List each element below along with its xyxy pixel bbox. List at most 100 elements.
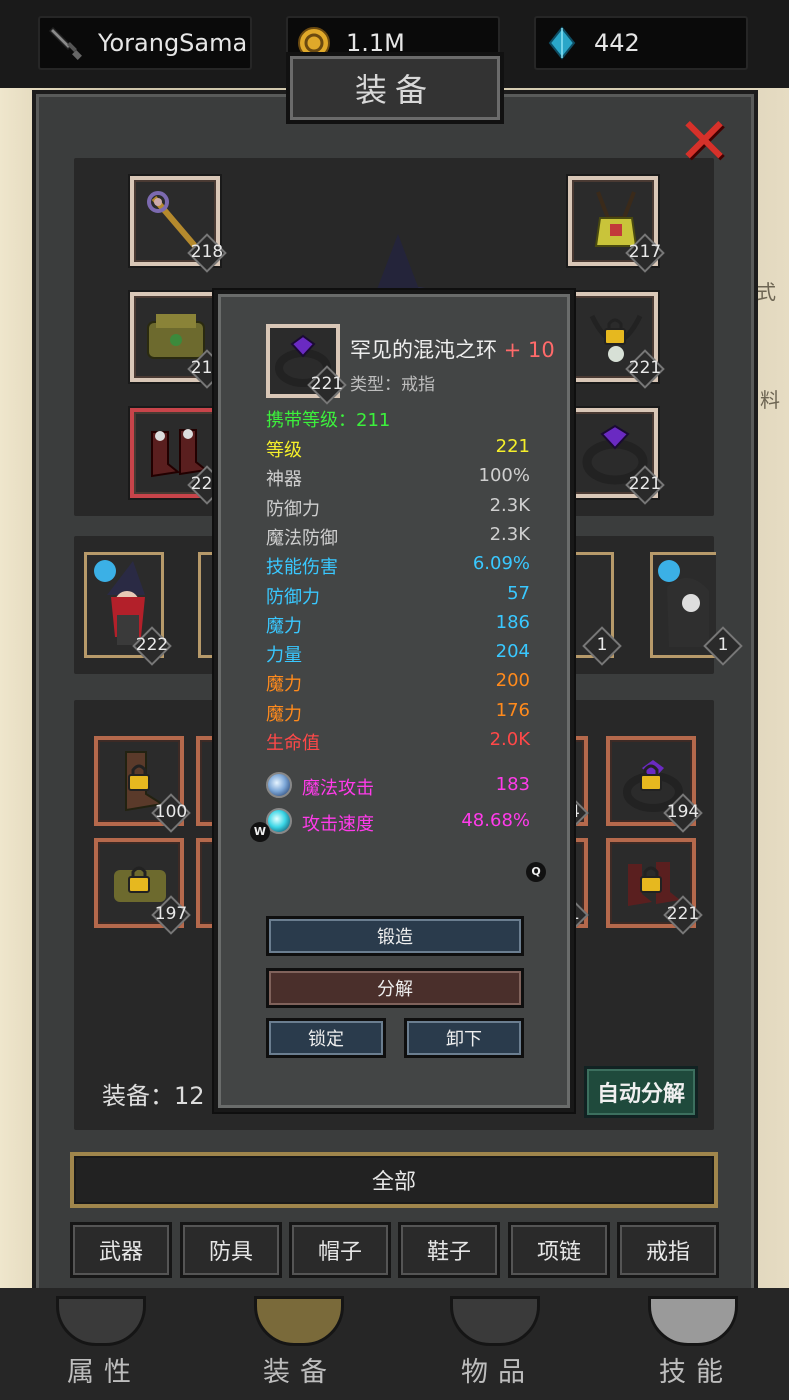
decompose-button[interactable]: 分解: [266, 968, 524, 1008]
lock-icon: [640, 866, 662, 893]
key-hint-w: W: [250, 822, 270, 842]
stat-row: 魔力 186: [266, 612, 530, 638]
stat-row: 神器 100%: [266, 465, 530, 491]
hero-card-hooded[interactable]: 1: [650, 552, 743, 666]
stat-name: 防御力: [266, 586, 320, 608]
filter-weapon-tab[interactable]: 武器: [70, 1222, 172, 1278]
auto-decompose-button[interactable]: 自动分解: [584, 1066, 698, 1118]
filter-ring-tab[interactable]: 戒指: [617, 1222, 719, 1278]
background-text: 料: [760, 388, 780, 412]
gem-row: 攻击速度 48.68%: [266, 808, 530, 838]
filter-hat-tab[interactable]: 帽子: [289, 1222, 391, 1278]
stat-row: 防御力 57: [266, 583, 530, 609]
panel-title: 装备: [286, 52, 504, 124]
item-level-badge: 221: [625, 465, 665, 505]
stat-value: 200: [495, 670, 530, 692]
background-text: 式: [756, 280, 776, 304]
stat-row: 技能伤害 6.09%: [266, 553, 530, 579]
stat-value: 6.09%: [472, 553, 530, 575]
filter-all-button[interactable]: 全部: [70, 1152, 718, 1208]
item-level-badge: 197: [151, 895, 191, 935]
stat-name: 魔力: [266, 674, 302, 696]
player-name-box: YorangSama: [38, 16, 252, 70]
item-level-badge: 221: [625, 349, 665, 389]
equip-slot-boots[interactable]: 221: [130, 408, 227, 505]
stat-name: 生命值: [266, 733, 320, 754]
forge-button[interactable]: 锻造: [266, 916, 524, 956]
stat-name: 魔力: [266, 703, 302, 725]
nav-skills[interactable]: 技能: [636, 1350, 756, 1389]
lock-icon: [640, 764, 662, 791]
inventory-item-partial[interactable]: 94: [549, 736, 589, 833]
stat-row: 魔力 176: [266, 700, 530, 726]
filter-necklace-tab[interactable]: 项链: [508, 1222, 610, 1278]
stat-value: 221: [495, 436, 530, 457]
gem-stat-value: 183: [495, 774, 530, 795]
gem-stat-value: 48.68%: [461, 810, 530, 831]
lock-icon: [128, 866, 150, 893]
unequip-button[interactable]: 卸下: [404, 1018, 524, 1058]
stat-name: 神器: [266, 469, 302, 491]
stat-value: 2.3K: [489, 523, 530, 545]
close-icon[interactable]: ✕: [672, 110, 736, 174]
stat-name: 魔力: [266, 615, 302, 637]
tooltip-item-icon: 221: [266, 324, 347, 405]
filter-armor-tab[interactable]: 防具: [180, 1222, 282, 1278]
filter-shoes-tab[interactable]: 鞋子: [398, 1222, 500, 1278]
stat-row: 防御力 2.3K: [266, 495, 530, 521]
equip-slot-ring[interactable]: 221: [568, 408, 665, 505]
hero-level-badge: 1: [582, 626, 622, 666]
stat-value: 57: [507, 582, 530, 604]
inventory-item[interactable]: 100: [94, 736, 191, 833]
equip-slot-armor[interactable]: 217: [568, 176, 665, 273]
stat-name: 魔法防御: [266, 527, 338, 549]
key-hint-q: Q: [526, 862, 546, 882]
item-tooltip: 221 罕见的混沌之环 + 10 类型：戒指 携带等级：211 等级 221 神器 1…: [214, 290, 574, 1112]
equip-count: 装备：12: [102, 1082, 205, 1110]
item-level-badge: 194: [663, 793, 703, 833]
crystal-icon: [544, 25, 580, 61]
nav-equipment[interactable]: 装备: [240, 1350, 360, 1389]
lock-icon: [128, 764, 150, 791]
stat-row: 生命值 2.0K: [266, 729, 530, 755]
item-enhance-level: + 10: [503, 338, 555, 362]
nav-items[interactable]: 物品: [438, 1350, 558, 1389]
equip-slot-gloves[interactable]: 218: [130, 292, 227, 389]
carry-level: 携带等级：211: [266, 410, 391, 431]
stat-name: 等级: [266, 440, 302, 461]
inventory-item[interactable]: 221: [606, 838, 703, 935]
inventory-item[interactable]: 197: [94, 838, 191, 935]
item-level-badge: 221: [663, 895, 703, 935]
stat-name: 技能伤害: [266, 557, 338, 579]
stat-value: 176: [495, 699, 530, 721]
lock-button[interactable]: 锁定: [266, 1018, 386, 1058]
panel-title-text: 装备: [354, 71, 435, 109]
nav-attributes[interactable]: 属性: [44, 1350, 164, 1389]
inventory-item[interactable]: 194: [606, 736, 703, 833]
stat-value: 2.0K: [489, 729, 530, 750]
stat-value: 204: [495, 641, 530, 663]
item-type: 类型：戒指: [350, 375, 435, 395]
equip-slot-weapon[interactable]: 218: [130, 176, 227, 273]
gem-row: 魔法攻击 183: [266, 772, 530, 802]
stat-row: 等级 221: [266, 436, 530, 462]
stat-value: 100%: [478, 465, 530, 487]
stat-row: 力量 204: [266, 641, 530, 667]
item-name-text: 罕见的混沌之环: [350, 338, 497, 362]
hero-card-witch[interactable]: 222: [84, 552, 172, 666]
item-level-badge: 218: [187, 233, 227, 273]
item-level-badge: 217: [625, 233, 665, 273]
inventory-item-partial[interactable]: 21: [549, 838, 589, 935]
gems-box: 442: [534, 16, 748, 70]
equip-slot-necklace[interactable]: 221: [568, 292, 665, 389]
lock-icon: [604, 318, 626, 345]
item-name: 罕见的混沌之环 + 10: [350, 334, 555, 364]
item-level-badge: 221: [307, 365, 347, 405]
stat-row: 魔力 200: [266, 670, 530, 696]
gems-amount: 442: [594, 29, 640, 57]
item-level-badge: 100: [151, 793, 191, 833]
stat-name: 力量: [266, 645, 302, 667]
sword-icon: [48, 25, 84, 61]
stat-value: 186: [495, 611, 530, 633]
hero-level-badge: 1: [703, 626, 743, 666]
